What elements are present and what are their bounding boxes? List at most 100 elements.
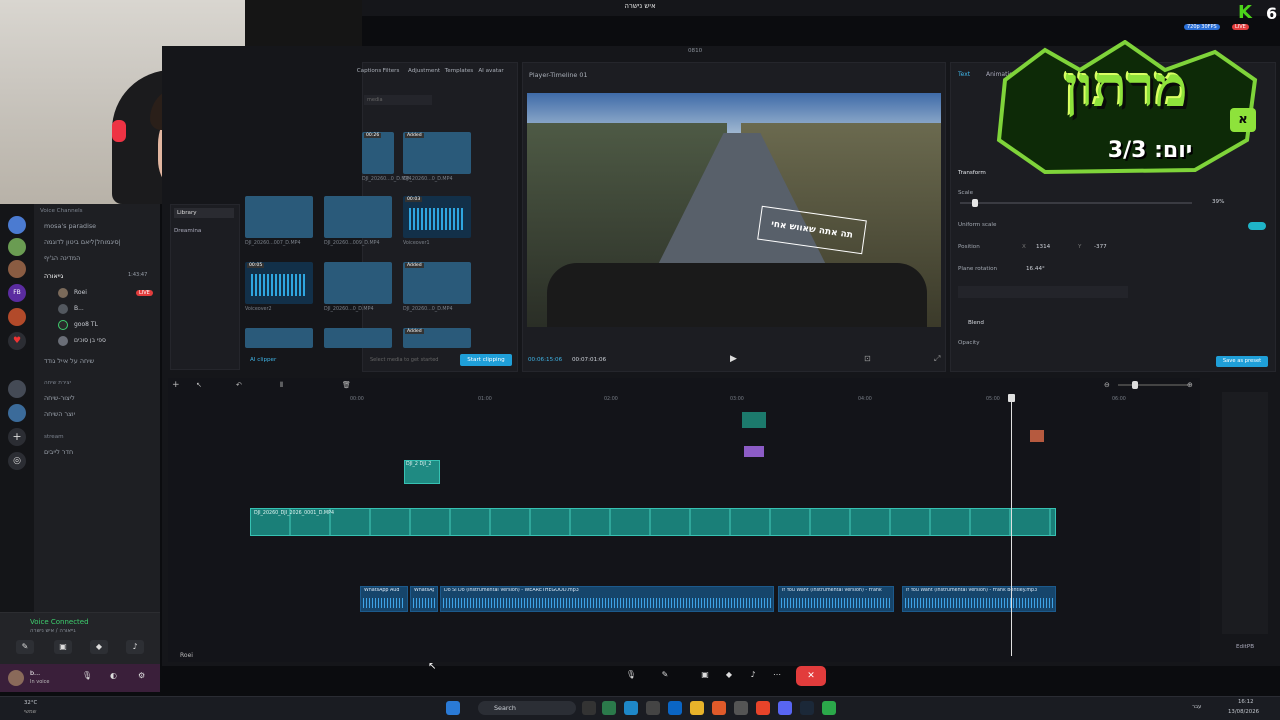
camera-icon[interactable]: ▣: [54, 640, 72, 654]
server-icon[interactable]: [8, 260, 26, 278]
voice-channel-path[interactable]: גייאורה / איש נישרה: [30, 628, 76, 634]
channel-item[interactable]: יוצר השיחה: [44, 410, 75, 418]
media-thumbnail[interactable]: [403, 196, 471, 238]
fullscreen-icon[interactable]: ⤢: [934, 354, 940, 364]
align-toolbar[interactable]: [958, 286, 1128, 298]
xbox-icon[interactable]: [822, 701, 836, 715]
channel-item[interactable]: המדינה הג'יף: [44, 254, 80, 262]
soundboard-icon[interactable]: ♪: [744, 668, 762, 682]
server-icon[interactable]: [8, 380, 26, 398]
soundboard-icon[interactable]: ♪: [126, 640, 144, 654]
headset-icon[interactable]: ◐: [110, 671, 117, 680]
media-thumbnail[interactable]: [324, 262, 392, 304]
media-thumbnail[interactable]: [245, 196, 313, 238]
store-icon[interactable]: [646, 701, 660, 715]
firefox-icon[interactable]: [712, 701, 726, 715]
audio-clip[interactable]: If You Want (Instrumental Version) - Fra…: [902, 586, 1056, 612]
disconnect-icon[interactable]: ✕: [796, 666, 826, 686]
server-icon[interactable]: [8, 404, 26, 422]
clock-date[interactable]: 13/08/2026: [1228, 709, 1259, 715]
uniform-scale-toggle[interactable]: [1248, 222, 1266, 230]
crop-icon[interactable]: ⊡: [864, 354, 871, 363]
tool-tab-templates[interactable]: Templates: [444, 68, 474, 74]
tool-tab-filters[interactable]: Filters: [376, 68, 406, 74]
file-explorer-icon[interactable]: [690, 701, 704, 715]
tab-text[interactable]: Text: [958, 71, 970, 78]
audio-clip[interactable]: WhatsApp Aud: [360, 586, 408, 612]
media-thumbnail[interactable]: [245, 262, 313, 304]
media-thumbnail[interactable]: [362, 132, 394, 174]
zoom-out-icon[interactable]: ⊖: [1104, 381, 1110, 389]
activities-icon[interactable]: ◆: [720, 668, 738, 682]
settings-icon[interactable]: ⚙: [138, 671, 145, 680]
mic-icon[interactable]: 🎙: [622, 668, 640, 682]
chrome-icon[interactable]: [756, 701, 770, 715]
taskbar-search[interactable]: Search: [478, 701, 576, 715]
media-search-input[interactable]: media: [364, 95, 432, 105]
audio-clip[interactable]: If You Want (Instrumental Version) - Fra…: [778, 586, 894, 612]
split-icon[interactable]: ⫴: [280, 381, 283, 390]
screen-share-icon[interactable]: ▣: [696, 668, 714, 682]
dreamina-tab[interactable]: Dreamina: [174, 228, 201, 234]
voice-user[interactable]: Roei: [74, 289, 87, 296]
add-track-icon[interactable]: +: [172, 380, 180, 390]
server-icon[interactable]: [8, 308, 26, 326]
pos-x-value[interactable]: 1314: [1036, 244, 1050, 250]
audio-clip[interactable]: Do Si Do (Instrumental Version) - WEARET…: [440, 586, 774, 612]
channel-item[interactable]: שיחה על אייל גודד: [44, 357, 94, 365]
zoom-slider-thumb[interactable]: [1132, 381, 1138, 389]
effect-clip[interactable]: [742, 412, 766, 428]
tool-tab-adjustment[interactable]: Adjustment: [408, 68, 440, 74]
library-tab[interactable]: Library: [174, 208, 234, 218]
ai-clipper-label[interactable]: AI clipper: [250, 357, 276, 363]
start-icon[interactable]: [446, 701, 460, 715]
undo-icon[interactable]: ↶: [236, 381, 242, 389]
select-tool-icon[interactable]: ↖: [196, 381, 202, 389]
channel-item[interactable]: חדר לייבים: [44, 448, 73, 456]
app-icon[interactable]: [734, 701, 748, 715]
zoom-slider[interactable]: [1118, 384, 1188, 386]
mic-icon[interactable]: 🎙: [82, 671, 92, 680]
text-clip[interactable]: [744, 446, 764, 457]
task-view-icon[interactable]: [582, 701, 596, 715]
server-icon-fb[interactable]: FB: [8, 284, 26, 302]
sticker-clip[interactable]: [1030, 430, 1044, 442]
user-avatar[interactable]: [8, 670, 24, 686]
scale-slider-thumb[interactable]: [972, 199, 978, 207]
media-thumbnail[interactable]: [403, 132, 471, 174]
add-server-icon[interactable]: +: [8, 428, 26, 446]
main-video-clip[interactable]: DJI_20260_DJI_2026_0001_D.MP4: [250, 508, 1056, 536]
voice-user[interactable]: ספי בן סוכים: [74, 337, 106, 344]
blend-header[interactable]: Blend: [968, 320, 984, 326]
language-indicator[interactable]: עבר: [1192, 704, 1202, 710]
server-icon[interactable]: [8, 216, 26, 234]
camera-icon[interactable]: ✎: [656, 668, 674, 682]
app-icon[interactable]: [602, 701, 616, 715]
weather-temp[interactable]: 32°C: [24, 700, 37, 706]
delete-icon[interactable]: 🗑: [342, 381, 351, 389]
clock-time[interactable]: 16:12: [1238, 699, 1254, 705]
scale-value[interactable]: 39%: [1212, 199, 1224, 205]
scale-slider[interactable]: [960, 202, 1192, 204]
mail-icon[interactable]: [668, 701, 682, 715]
server-icon[interactable]: ♥: [8, 332, 26, 350]
voice-user[interactable]: B...: [74, 305, 84, 312]
audio-clip[interactable]: WhatsApp A: [410, 586, 438, 612]
playhead-handle[interactable]: [1008, 394, 1015, 402]
server-icon[interactable]: [8, 238, 26, 256]
media-thumbnail[interactable]: [403, 262, 471, 304]
channel-item[interactable]: ליצור-שיחה: [44, 394, 75, 402]
explore-icon[interactable]: ◎: [8, 452, 26, 470]
voice-user[interactable]: goo8 TL: [74, 321, 98, 328]
transform-header[interactable]: Transform: [958, 170, 986, 176]
channel-item-active[interactable]: גייאורה: [44, 272, 63, 280]
user-name[interactable]: b...: [30, 669, 40, 677]
voice-channels-header[interactable]: Voice Channels: [40, 208, 83, 214]
edge-icon[interactable]: [624, 701, 638, 715]
start-clipping-button[interactable]: Start clipping: [460, 354, 512, 366]
media-thumbnail[interactable]: [324, 328, 392, 348]
video-preview[interactable]: תה אתה שאווש אחי: [527, 93, 941, 327]
discord-icon[interactable]: [778, 701, 792, 715]
play-button[interactable]: ▶: [730, 354, 737, 364]
media-thumbnail[interactable]: [245, 328, 313, 348]
